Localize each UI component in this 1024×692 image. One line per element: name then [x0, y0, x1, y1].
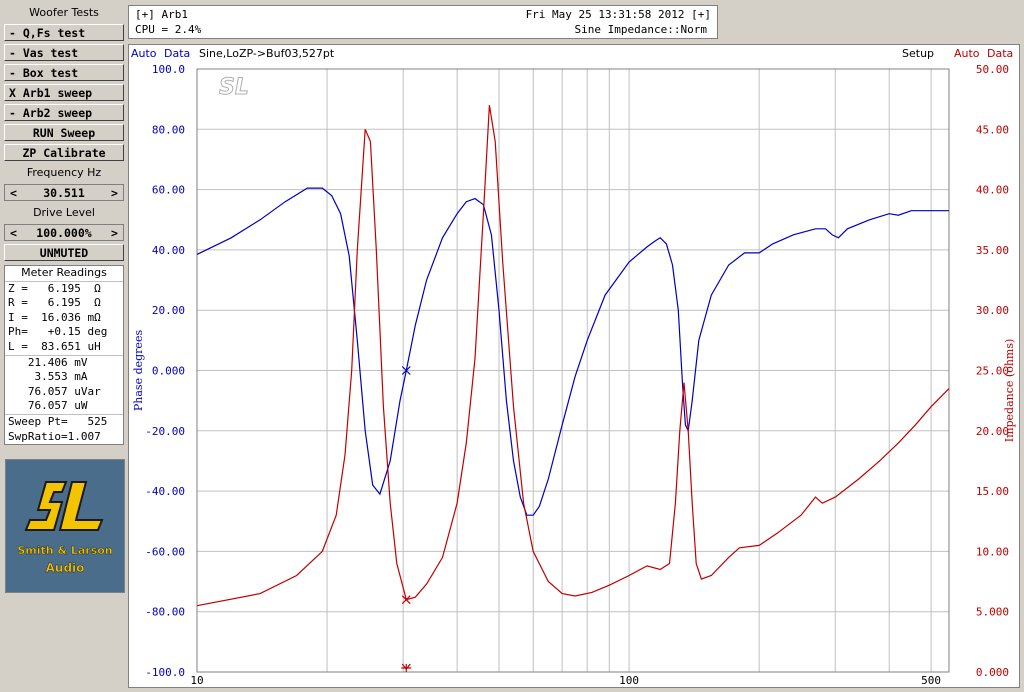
meter-line-sweep-pt: Sweep Pt= 525: [8, 414, 108, 428]
meter-line-i: I = 16.036 mΩ: [8, 310, 101, 324]
drive-level-stepper[interactable]: < 100.000% >: [4, 224, 124, 241]
left-tick-label: 60.00: [152, 184, 185, 197]
trace-info: Sine,LoZP->Buf03,527pt: [199, 47, 335, 60]
logo-line1: Smith & Larson: [17, 544, 112, 557]
meter-line-l: L = 83.651 uH: [5, 340, 123, 356]
meter-title: Meter Readings: [5, 266, 123, 282]
meter-line-uvar: 76.057 uVar: [8, 384, 101, 398]
meter-line-ma: 3.553 mA: [8, 370, 88, 384]
right-tick-label: 45.00: [976, 123, 1009, 136]
run-sweep-button[interactable]: RUN Sweep: [4, 124, 124, 141]
right-tick-label: 30.00: [976, 304, 1009, 317]
right-tick-label: 5.000: [976, 606, 1009, 619]
left-tick-label: -100.0: [145, 666, 185, 679]
frequency-stepper[interactable]: < 30.511 >: [4, 184, 124, 201]
left-tick-label: 0.000: [152, 365, 185, 378]
control-panel: Woofer Tests - Q,Fs test - Vas test - Bo…: [4, 4, 124, 446]
box-test-button[interactable]: - Box test: [4, 64, 124, 81]
qfs-test-button[interactable]: - Q,Fs test: [4, 24, 124, 41]
left-data-button[interactable]: Data: [164, 47, 190, 61]
meter-line-uw: 76.057 uW: [5, 399, 123, 415]
right-tick-label: 40.00: [976, 184, 1009, 197]
arb1-sweep-button[interactable]: X Arb1 sweep: [4, 84, 124, 101]
right-tick-label: 0.000: [976, 666, 1009, 679]
right-axis-label: Impedance (ohms): [1003, 339, 1016, 443]
grid: [197, 69, 949, 672]
phase-series-line: [196, 187, 949, 516]
left-tick-label: -80.00: [145, 606, 185, 619]
left-tick-label: 100.0: [152, 63, 185, 76]
x-tick-label: 500: [921, 674, 941, 687]
meter-line-ph: Ph= +0.15 deg: [8, 325, 108, 339]
right-data-button[interactable]: Data: [987, 47, 1013, 61]
meter-line-swp-ratio: SwpRatio=1.007: [8, 429, 101, 443]
left-tick-label: -20.00: [145, 425, 185, 438]
left-axis-ticks: 100.0 80.00 60.00 40.00 20.00 0.000 -20.00 -40.…: [145, 63, 185, 679]
impedance-series-line: [196, 105, 950, 607]
right-tick-label: 15.00: [976, 485, 1009, 498]
left-tick-label: 80.00: [152, 123, 185, 136]
mode-display: Sine Impedance::Norm: [574, 23, 707, 36]
watermark-logo: SL: [219, 75, 249, 100]
cpu-usage: CPU = 2.4%: [135, 23, 202, 36]
frequency-decrease-button[interactable]: <: [5, 185, 22, 200]
x-axis-ticks: 10 100 500: [190, 674, 941, 687]
graph-window: Auto Data Sine,LoZP->Buf03,527pt Setup A…: [128, 44, 1020, 688]
datetime-display: Fri May 25 13:31:58 2012 [+]: [525, 8, 711, 21]
drive-decrease-button[interactable]: <: [5, 225, 22, 240]
left-axis-label: Phase degrees: [132, 330, 145, 412]
mute-toggle-button[interactable]: UNMUTED: [4, 244, 124, 261]
left-tick-label: -60.00: [145, 545, 185, 558]
left-tick-label: -40.00: [145, 485, 185, 498]
company-logo: Smith & Larson Audio: [5, 459, 125, 593]
right-tick-label: 50.00: [976, 63, 1009, 76]
left-auto-button[interactable]: Auto: [131, 47, 157, 61]
left-tick-label: 20.00: [152, 304, 185, 317]
window-title[interactable]: [+] Arb1: [135, 8, 188, 21]
x-tick-label: 10: [190, 674, 203, 687]
frequency-label: Frequency Hz: [4, 164, 124, 181]
frequency-value: 30.511: [43, 186, 85, 200]
frequency-increase-button[interactable]: >: [106, 185, 123, 200]
left-tick-label: 40.00: [152, 244, 185, 257]
right-auto-button[interactable]: Auto: [954, 47, 980, 61]
sl-logo-icon: Smith & Larson Audio: [6, 460, 124, 592]
drive-increase-button[interactable]: >: [106, 225, 123, 240]
setup-button[interactable]: Setup: [902, 47, 934, 61]
meter-line-mv: 21.406 mV: [8, 355, 88, 369]
impedance-phase-chart[interactable]: SL 100.0 80.00 60.00 40.00 20.00 0.000 -20.00 -…: [129, 62, 1021, 688]
right-tick-label: 35.00: [976, 244, 1009, 257]
vas-test-button[interactable]: - Vas test: [4, 44, 124, 61]
right-tick-label: 10.00: [976, 545, 1009, 558]
meter-line-z: Z = 6.195 Ω: [8, 281, 101, 295]
panel-title: Woofer Tests: [4, 4, 124, 21]
drive-level-label: Drive Level: [4, 204, 124, 221]
meter-line-r: R = 6.195 Ω: [8, 296, 101, 310]
drive-level-value: 100.000%: [36, 226, 92, 240]
logo-line2: Audio: [46, 561, 85, 575]
status-header: [+] Arb1 Fri May 25 13:31:58 2012 [+] CP…: [128, 5, 718, 39]
x-tick-label: 100: [619, 674, 639, 687]
arb2-sweep-button[interactable]: - Arb2 sweep: [4, 104, 124, 121]
series-layer: [196, 105, 950, 607]
zp-calibrate-button[interactable]: ZP Calibrate: [4, 144, 124, 161]
meter-readings: Meter Readings Z = 6.195 Ω R = 6.195 Ω I…: [4, 265, 124, 446]
